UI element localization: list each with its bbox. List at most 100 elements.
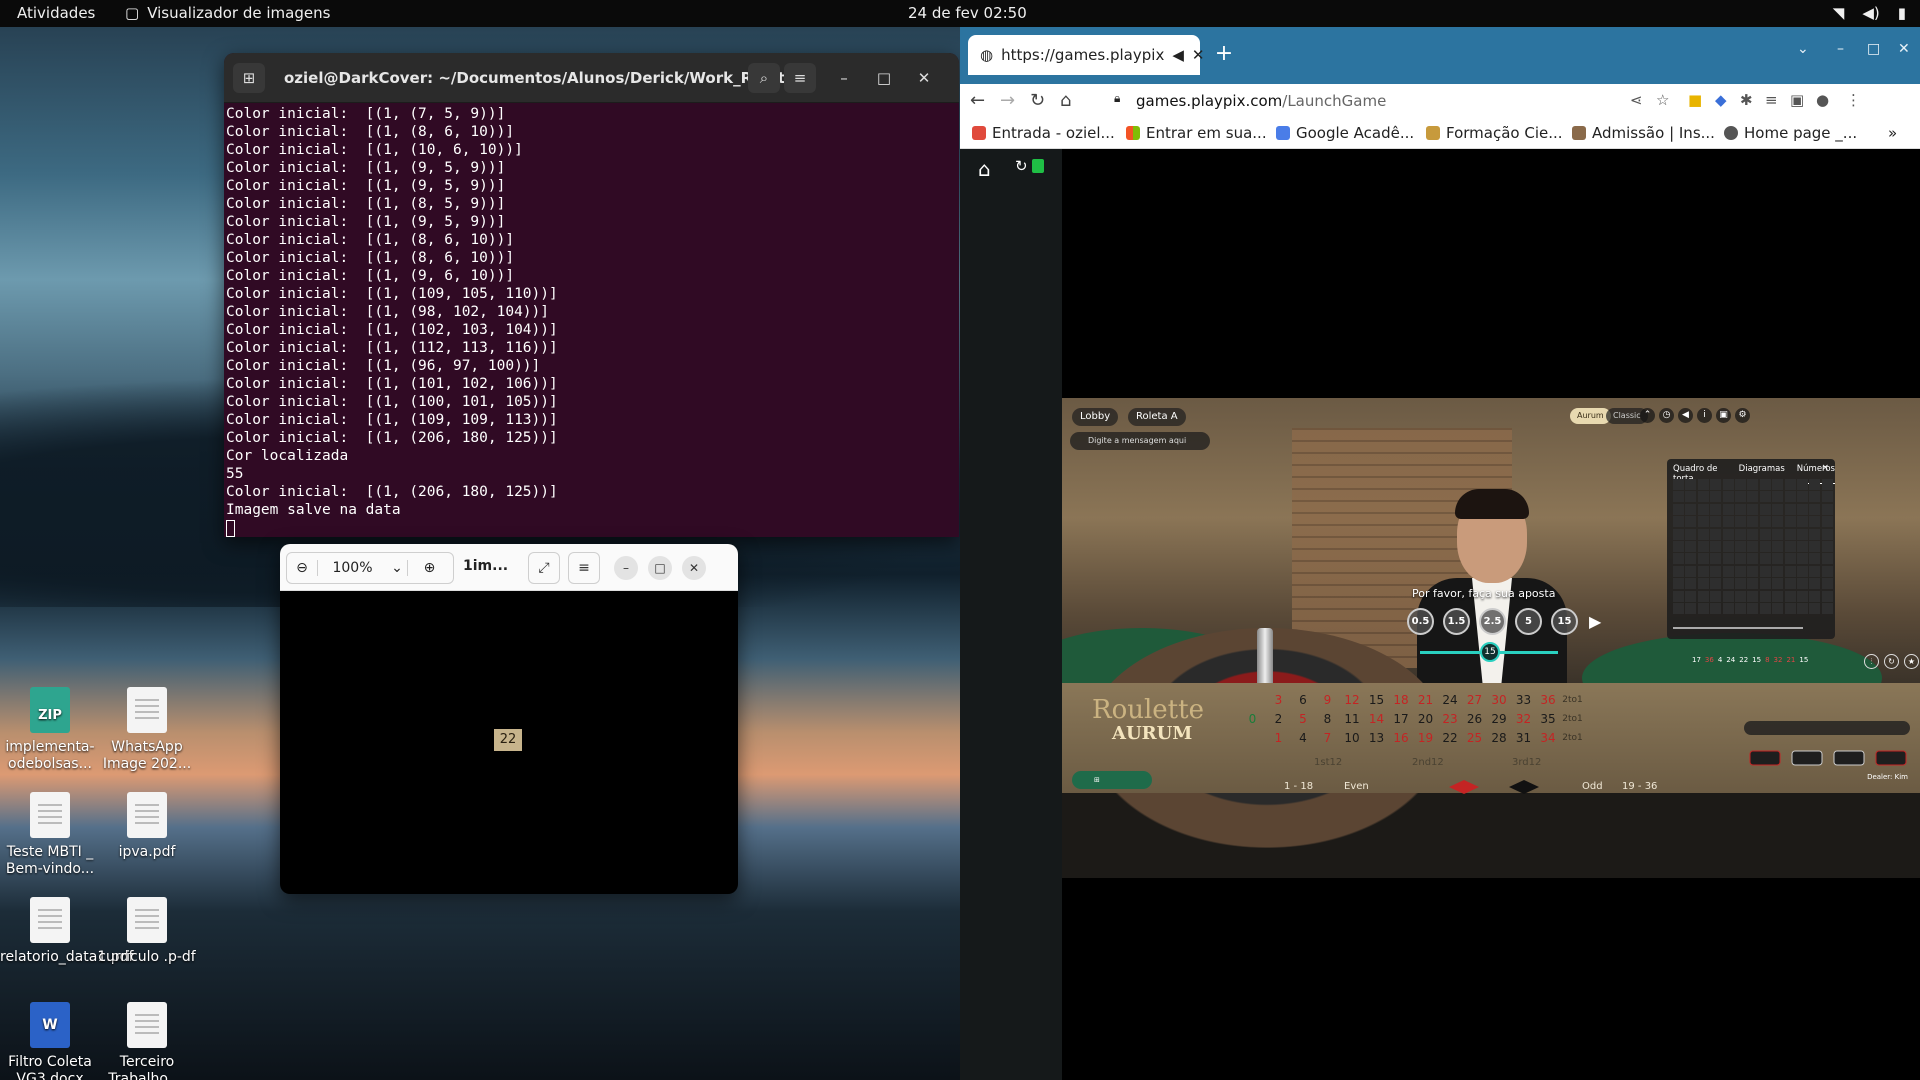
refresh-icon[interactable]: ↻ [1884, 654, 1899, 669]
clock[interactable]: 24 de fev 02:50 [908, 4, 1027, 22]
chat-input[interactable]: Digite a mensagem aqui [1070, 432, 1210, 450]
chip-15[interactable]: 15 [1551, 608, 1578, 635]
bet-19-36[interactable]: 19 - 36 [1622, 781, 1657, 792]
desktop-icon-zip[interactable]: ZIP implementa-odebolsas... [0, 687, 100, 773]
image-viewer-titlebar[interactable]: ⊖ 100% ⌄ ⊕ 1im... ⤢ ≡ – □ ✕ [280, 544, 738, 591]
minimize-icon[interactable]: – [614, 556, 638, 580]
stats-icon[interactable]: ⫶ [1864, 654, 1879, 669]
zoom-level[interactable]: 100% [317, 560, 387, 576]
dozen-2[interactable]: 2nd12 [1412, 757, 1444, 768]
new-tab-button[interactable]: + [1210, 41, 1238, 69]
browser-tab[interactable]: ◍ https://games.playpix ◀ ✕ [968, 35, 1204, 75]
close-icon[interactable]: ✕ [1898, 41, 1910, 57]
zoom-in-icon[interactable]: ⊕ [407, 560, 451, 576]
desktop-icon-curriculo[interactable]: curriculo .p-df [97, 897, 197, 966]
forward-icon[interactable]: → [1000, 90, 1015, 111]
number-cell[interactable]: 25 [1462, 729, 1487, 747]
more-bookmarks-icon[interactable]: » [1888, 124, 1897, 142]
desktop-icon-relatorio[interactable]: relatorio_data1.pdf [0, 897, 133, 966]
media-icon[interactable]: ≡ [1765, 91, 1778, 109]
column-bet[interactable]: 2to1 [1560, 710, 1585, 728]
chip-0-5[interactable]: 0.5 [1407, 608, 1434, 635]
number-cell[interactable]: 27 [1462, 691, 1487, 709]
side-panel-icon[interactable]: ▣ [1790, 91, 1804, 109]
chevron-down-icon[interactable]: ⌄ [387, 560, 407, 576]
number-cell[interactable]: 10 [1340, 729, 1365, 747]
racetrack[interactable] [1742, 713, 1912, 778]
desktop-icon-teste-mbti[interactable]: Teste MBTI _ Bem-vindo... [0, 792, 100, 878]
mode-aurum-button[interactable]: Aurum [1570, 408, 1611, 424]
bookmark-formacao[interactable]: Formação Cie... [1426, 124, 1563, 142]
search-icon[interactable]: ⌕ [748, 63, 780, 93]
number-cell[interactable]: 31 [1511, 729, 1536, 747]
number-cell[interactable]: 18 [1389, 691, 1414, 709]
info-icon[interactable]: i [1697, 408, 1712, 423]
double-bet-button[interactable]: ⊞ [1072, 771, 1152, 789]
desktop-icon-ipva[interactable]: ipva.pdf [97, 792, 197, 861]
dozen-3[interactable]: 3rd12 [1512, 757, 1541, 768]
rounds-slider[interactable] [1673, 627, 1803, 629]
number-cell[interactable]: 4 [1291, 729, 1316, 747]
avatar[interactable]: ● [1816, 91, 1829, 109]
puzzle-icon[interactable]: ✱ [1740, 91, 1753, 109]
number-cell[interactable]: 14 [1364, 710, 1389, 728]
extension-icon[interactable]: ◆ [1715, 91, 1727, 109]
app-menu[interactable]: ▢ Visualizador de imagens [125, 4, 330, 22]
close-icon[interactable]: ✕ [682, 556, 706, 580]
statistics-panel[interactable]: Quadro de torta Diagramas Números × [1667, 459, 1835, 639]
favorite-icon[interactable]: ★ [1904, 654, 1919, 669]
refresh-icon[interactable]: ↻ [1015, 157, 1028, 175]
dozen-1[interactable]: 1st12 [1314, 757, 1342, 768]
desktop-icon-whatsapp-image[interactable]: WhatsApp Image 202... [97, 687, 197, 773]
number-cell[interactable]: 20 [1413, 710, 1438, 728]
maximize-icon[interactable]: □ [868, 63, 900, 93]
number-cell[interactable]: 26 [1462, 710, 1487, 728]
live-roulette-game[interactable]: Lobby Roleta A Digite a mensagem aqui Au… [1062, 398, 1920, 878]
number-cell[interactable]: 34 [1536, 729, 1561, 747]
desktop-icon-terceiro-trabalho[interactable]: Terceiro Trabalho ... [97, 1002, 197, 1080]
menu-icon[interactable]: ≡ [568, 552, 600, 584]
desktop-icon-filtro-coleta[interactable]: W Filtro Coleta VG3.docx [0, 1002, 100, 1080]
system-tray[interactable]: ◥ ◀) ▮ [1833, 4, 1906, 22]
column-bet[interactable]: 2to1 [1560, 691, 1585, 709]
zoom-out-icon[interactable]: ⊖ [287, 560, 317, 576]
close-icon[interactable]: × [1821, 463, 1829, 473]
bet-1-18[interactable]: 1 - 18 [1284, 781, 1313, 792]
maximize-icon[interactable]: □ [648, 556, 672, 580]
number-cell[interactable]: 3 [1266, 691, 1291, 709]
image-viewer-window[interactable]: ⊖ 100% ⌄ ⊕ 1im... ⤢ ≡ – □ ✕ 22 [280, 544, 738, 894]
camera-icon[interactable]: ▣ [1716, 408, 1731, 423]
number-cell[interactable]: 29 [1487, 710, 1512, 728]
betting-board[interactable]: Roulette AURUM 0 3 6 9 12 15 18 21 24 27 30 33 36 2to… [1062, 683, 1920, 794]
terminal-output[interactable]: Color inicial: [(1, (7, 5, 9))] Color ini… [224, 103, 959, 537]
number-cell[interactable]: 5 [1291, 710, 1316, 728]
number-cell[interactable]: 30 [1487, 691, 1512, 709]
number-cell[interactable]: 19 [1413, 729, 1438, 747]
bet-odd[interactable]: Odd [1582, 781, 1603, 792]
chip-1-5[interactable]: 1.5 [1443, 608, 1470, 635]
number-cell[interactable]: 24 [1438, 691, 1463, 709]
close-tab-icon[interactable]: ✕ [1192, 46, 1205, 64]
number-cell[interactable]: 22 [1438, 729, 1463, 747]
bookmark-scholar[interactable]: Google Acadê... [1276, 124, 1414, 142]
number-cell[interactable]: 21 [1413, 691, 1438, 709]
address-bar[interactable]: 🔒︎ games.playpix.com/LaunchGame [1102, 87, 1642, 115]
bookmark-gmail[interactable]: Entrada - oziel... [972, 124, 1115, 142]
bet-even[interactable]: Even [1344, 781, 1369, 792]
number-cell[interactable]: 11 [1340, 710, 1365, 728]
bet-black[interactable] [1509, 780, 1539, 794]
number-cell[interactable]: 2 [1266, 710, 1291, 728]
zoom-control[interactable]: ⊖ 100% ⌄ ⊕ [286, 552, 454, 584]
number-cell[interactable]: 9 [1315, 691, 1340, 709]
number-cell[interactable]: 28 [1487, 729, 1512, 747]
fullscreen-icon[interactable]: ⤢ [528, 552, 560, 584]
minimize-icon[interactable]: – [828, 63, 860, 93]
close-icon[interactable]: ✕ [908, 63, 940, 93]
chip-2-5[interactable]: 2.5 [1479, 608, 1506, 635]
column-bet[interactable]: 2to1 [1560, 729, 1585, 747]
number-cell[interactable]: 33 [1511, 691, 1536, 709]
browser-window[interactable]: ◍ https://games.playpix ◀ ✕ + ⌄ – □ ✕ ← … [960, 27, 1920, 1080]
extension-icon[interactable]: ■ [1688, 91, 1702, 109]
home-icon[interactable]: ⌂ [1060, 90, 1071, 111]
bookmark-microsoft[interactable]: Entrar em sua... [1126, 124, 1267, 142]
